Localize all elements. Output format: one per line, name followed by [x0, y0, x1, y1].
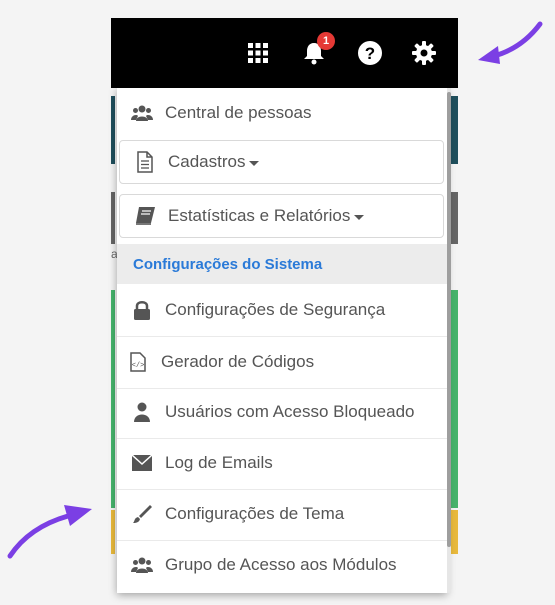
menu-item-estatisticas-e-relatorios[interactable]: Estatísticas e Relatórios: [119, 194, 444, 238]
gear-icon[interactable]: [411, 40, 437, 66]
bg-strip-yellow-right: [451, 510, 458, 554]
notification-badge: 1: [317, 32, 335, 50]
document-icon: [134, 151, 156, 173]
menu-item-label: Gerador de Códigos: [161, 352, 315, 371]
menu-item-cadastros[interactable]: Cadastros: [119, 140, 444, 184]
bg-strip-teal: [111, 96, 115, 164]
caret-down-icon: [249, 160, 260, 166]
apps-grid-icon[interactable]: [245, 40, 271, 66]
svg-text:?: ?: [365, 44, 375, 63]
menu-item-usuarios-com-acesso-bloqueado[interactable]: Usuários com Acesso Bloqueado: [117, 387, 447, 437]
code-file-icon: </>: [127, 351, 149, 373]
help-icon[interactable]: ?: [357, 40, 383, 66]
bg-strip-teal-right: [451, 96, 458, 164]
users-icon: [131, 554, 153, 576]
bg-strip-yellow: [111, 510, 115, 554]
menu-item-label: Cadastros: [168, 152, 246, 171]
menu-item-label: Estatísticas e Relatórios: [168, 206, 351, 225]
lock-icon: [131, 299, 153, 321]
menu-item-label: Grupo de Acesso aos Módulos: [165, 555, 397, 574]
menu-item-central-de-pessoas[interactable]: Central de pessoas: [117, 88, 447, 138]
menu-scrollbar-thumb[interactable]: [447, 92, 451, 547]
annotation-arrow-bottom: [7, 505, 92, 559]
menu-item-label: Configurações de Tema: [165, 504, 345, 523]
bg-strip-gray: [111, 192, 115, 244]
settings-dropdown-menu: Central de pessoas Cadastros Estatística…: [117, 88, 447, 593]
menu-item-log-de-emails[interactable]: Log de Emails: [117, 438, 447, 488]
envelope-icon: [131, 452, 153, 474]
bg-strip-green: [111, 290, 115, 508]
notifications-button[interactable]: 1: [301, 32, 335, 66]
menu-item-grupo-de-acesso-aos-modulos[interactable]: Grupo de Acesso aos Módulos: [117, 540, 447, 590]
menu-item-gerador-de-codigos[interactable]: </> Gerador de Códigos: [117, 337, 447, 387]
bg-strip-green-right: [451, 290, 458, 508]
menu-item-configuracoes-de-tema[interactable]: Configurações de Tema: [117, 489, 447, 539]
users-icon: [131, 102, 153, 124]
menu-item-configuracoes-de-seguranca[interactable]: Configurações de Segurança: [117, 285, 447, 335]
annotation-arrow-top: [478, 21, 543, 64]
brush-icon: [131, 503, 153, 525]
bg-strip-gray-right: [451, 192, 458, 244]
caret-down-icon: [354, 214, 365, 220]
top-bar: 1 ?: [111, 18, 458, 88]
user-icon: [131, 401, 153, 423]
menu-item-label: Log de Emails: [165, 453, 273, 472]
section-header-configuracoes-do-sistema: Configurações do Sistema: [117, 244, 447, 284]
svg-text:</>: </>: [132, 362, 145, 370]
book-icon: [134, 205, 156, 227]
menu-item-label: Central de pessoas: [165, 103, 312, 122]
menu-item-label: Configurações de Segurança: [165, 300, 386, 319]
menu-item-label: Usuários com Acesso Bloqueado: [165, 402, 415, 421]
